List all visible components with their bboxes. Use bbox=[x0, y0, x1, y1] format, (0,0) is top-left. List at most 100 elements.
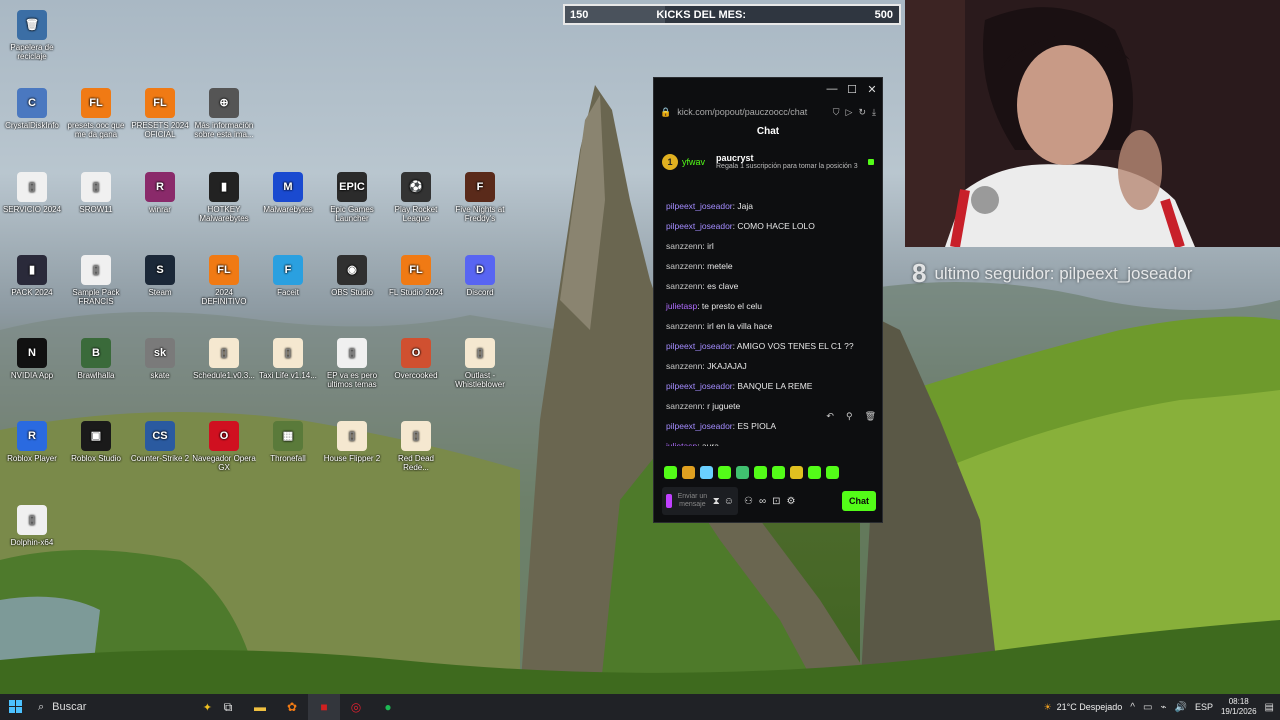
desktop-icon-roblox-player[interactable]: R Roblox Player bbox=[0, 421, 64, 463]
chat-message[interactable]: sanzzenn: metele bbox=[666, 256, 882, 276]
chat-username[interactable]: pilpeext_joseador bbox=[666, 201, 733, 211]
tray-app-icon[interactable]: ▭ bbox=[1143, 702, 1152, 713]
emote-icon[interactable] bbox=[736, 466, 749, 479]
weather-widget[interactable]: ☀ 21°C Despejado bbox=[1044, 702, 1123, 713]
task-view-icon[interactable]: ⧉ bbox=[212, 694, 244, 720]
desktop-icon-brawlhalla[interactable]: B Brawlhalla bbox=[64, 338, 128, 380]
send-chat-button[interactable]: Chat bbox=[842, 491, 876, 511]
fl-studio-taskbar-icon[interactable]: ✿ bbox=[276, 694, 308, 720]
chat-username[interactable]: sanzzenn bbox=[666, 241, 702, 251]
desktop-icon-schedule[interactable]: ▯ Schedule1.v0.3... bbox=[192, 338, 256, 380]
pinned-gift-banner[interactable]: 1 yfwav paucryst Regala 1 suscripción pa… bbox=[658, 142, 878, 182]
delete-icon[interactable]: 🗑 bbox=[865, 411, 876, 422]
chat-username[interactable]: sanzzenn bbox=[666, 321, 702, 331]
chat-message[interactable]: pilpeext_joseador: Jaja bbox=[666, 196, 882, 216]
desktop-icon-thronefall[interactable]: ▦ Thronefall bbox=[256, 421, 320, 463]
chat-input[interactable]: Enviar un mensaje ⧗ ☺ bbox=[662, 487, 738, 515]
desktop-icon-winrar[interactable]: Rwinrar bbox=[128, 172, 192, 214]
url-text[interactable]: kick.com/popout/pauczoocc/chat bbox=[677, 107, 827, 117]
chat-username[interactable]: pilpeext_joseador bbox=[666, 381, 733, 391]
emote-icon[interactable] bbox=[700, 466, 713, 479]
desktop-icon-epic-games[interactable]: EPIC Epic Games Launcher bbox=[320, 172, 384, 223]
notifications-icon[interactable]: ▤ bbox=[1265, 702, 1274, 713]
tray-overflow-icon[interactable]: ^ bbox=[1130, 702, 1135, 713]
chat-message[interactable]: pilpeext_joseador: BANQUE LA REME bbox=[666, 376, 882, 396]
desktop-icon-fl-studio[interactable]: FL FL Studio 2024 bbox=[384, 255, 448, 297]
desktop-icon-hotkey[interactable]: ▮ HOTKEY Malwarebytes bbox=[192, 172, 256, 223]
desktop-icon-pack-2024[interactable]: ▮ PACK 2024 bbox=[0, 255, 64, 297]
desktop-icon-counter-strike[interactable]: CS Counter-Strike 2 bbox=[128, 421, 192, 463]
opera-gx-taskbar-icon[interactable]: ◎ bbox=[340, 694, 372, 720]
download-icon[interactable]: ⤓ bbox=[872, 107, 876, 118]
network-icon[interactable]: ⌁ bbox=[1160, 702, 1166, 713]
chat-message[interactable]: sanzzenn: irl bbox=[666, 236, 882, 256]
desktop-icon-overcooked[interactable]: O Overcooked bbox=[384, 338, 448, 380]
emote-icon[interactable] bbox=[790, 466, 803, 479]
settings-icon[interactable]: ⚙ bbox=[787, 496, 796, 507]
desktop-icon-roblox-studio[interactable]: ▣ Roblox Studio bbox=[64, 421, 128, 463]
chat-username[interactable]: sanzzenn bbox=[666, 261, 702, 271]
chat-username[interactable]: sanzzenn bbox=[666, 281, 702, 291]
chat-username[interactable]: pilpeext_joseador bbox=[666, 421, 733, 431]
chat-username[interactable]: pilpeext_joseador bbox=[666, 221, 733, 231]
chat-username[interactable]: julietasp bbox=[666, 441, 697, 446]
desktop-icon-opera-gx[interactable]: O Navegador Opera GX bbox=[192, 421, 256, 472]
desktop-icon-sample-pack[interactable]: ▯ Sample Pack FRANCIS bbox=[64, 255, 128, 306]
windows-start-button[interactable] bbox=[0, 694, 32, 720]
desktop-icon-fl-definitivo[interactable]: FL 2024 DEFINITIVO bbox=[192, 255, 256, 306]
desktop-icon-house-flipper[interactable]: ▯ House Flipper 2 bbox=[320, 421, 384, 463]
taskbar-search[interactable]: ⌕ Buscar ✦ bbox=[32, 694, 212, 720]
emote-icon[interactable] bbox=[754, 466, 767, 479]
play-icon[interactable]: ▷ bbox=[846, 107, 853, 118]
obs-taskbar-icon[interactable]: ■ bbox=[308, 694, 340, 720]
chat-username[interactable]: sanzzenn bbox=[666, 401, 702, 411]
chat-username[interactable]: sanzzenn bbox=[666, 361, 702, 371]
desktop-icon-obs[interactable]: ◉ OBS Studio bbox=[320, 255, 384, 297]
emote-icon[interactable] bbox=[682, 466, 695, 479]
shield-icon[interactable]: ⛉ bbox=[833, 107, 840, 118]
emote-icon[interactable] bbox=[664, 466, 677, 479]
chat-message[interactable]: julietasp: aura bbox=[666, 436, 882, 446]
desktop-icon-nvidia[interactable]: N NVIDIA App bbox=[0, 338, 64, 380]
desktop-icon-outlast[interactable]: ▯ Outlast - Whistleblower bbox=[448, 338, 512, 389]
refresh-icon[interactable]: ↻ bbox=[858, 107, 866, 118]
emote-icon[interactable] bbox=[718, 466, 731, 479]
desktop-icon-recycle-bin[interactable]: 🗑 Papelera de reciclaje bbox=[0, 10, 64, 61]
chat-username[interactable]: pilpeext_joseador bbox=[666, 341, 733, 351]
spotify-taskbar-icon[interactable]: ● bbox=[372, 694, 404, 720]
desktop-icon-skate[interactable]: sk skate bbox=[128, 338, 192, 380]
desktop-icon-discord[interactable]: D Discord bbox=[448, 255, 512, 297]
glasses-icon[interactable]: ∞ bbox=[759, 496, 766, 507]
emote-icon[interactable] bbox=[826, 466, 839, 479]
chat-message[interactable]: sanzzenn: irl en la villa hace bbox=[666, 316, 882, 336]
emote-icon[interactable] bbox=[772, 466, 785, 479]
users-icon[interactable]: ⚇ bbox=[744, 496, 753, 507]
desktop-icon-mas-info[interactable]: ⊕ Más información sobre esta ima... bbox=[192, 88, 256, 139]
close-icon[interactable]: ✕ bbox=[862, 78, 882, 100]
desktop-icon-rocket-league[interactable]: ⚽ Play Rocket League bbox=[384, 172, 448, 223]
chat-username[interactable]: julietasp bbox=[666, 301, 697, 311]
chat-message[interactable]: sanzzenn: es clave bbox=[666, 276, 882, 296]
desktop-icon-ep-para[interactable]: ▯ EP va es pero ultimos temas bbox=[320, 338, 384, 389]
desktop-icon-fl-presets-2[interactable]: FL PRESETS 2024 OFICIAL bbox=[128, 88, 192, 139]
volume-icon[interactable]: 🔊 bbox=[1174, 702, 1186, 713]
desktop-icon-malwarebytes[interactable]: M Malwarebytes bbox=[256, 172, 320, 214]
desktop-icon-fnaf[interactable]: F Five Nights at Freddy's bbox=[448, 172, 512, 223]
desktop-icon-dolphin[interactable]: ▯ Dolphin-x64 bbox=[0, 505, 64, 547]
desktop-icon-faceit[interactable]: F Faceit bbox=[256, 255, 320, 297]
chat-message[interactable]: pilpeext_joseador: COMO HACE LOLO bbox=[666, 216, 882, 236]
chat-message[interactable]: sanzzenn: JKAJAJAJ bbox=[666, 356, 882, 376]
minimize-icon[interactable]: — bbox=[822, 78, 842, 100]
desktop-icon-taxi-life[interactable]: ▯ Taxi Life v1.14... bbox=[256, 338, 320, 380]
desktop-icon-fl-presets[interactable]: FL presets.ooc que me da gana bbox=[64, 88, 128, 139]
chat-message[interactable]: julietasp: te presto el celu bbox=[666, 296, 882, 316]
emote-icon[interactable] bbox=[808, 466, 821, 479]
language-indicator[interactable]: ESP bbox=[1195, 702, 1213, 712]
reply-icon[interactable]: ↶ bbox=[826, 411, 834, 422]
chat-message[interactable]: pilpeext_joseador: AMIGO VOS TENES EL C1… bbox=[666, 336, 882, 356]
desktop-icon-red-dead[interactable]: ▯ Red Dead Rede... bbox=[384, 421, 448, 472]
maximize-icon[interactable]: ☐ bbox=[842, 78, 862, 100]
emoji-icon[interactable]: ☺ bbox=[724, 496, 734, 507]
desktop-icon-steam[interactable]: S Steam bbox=[128, 255, 192, 297]
desktop-icon-srow11[interactable]: ▯ SROW11 bbox=[64, 172, 128, 214]
